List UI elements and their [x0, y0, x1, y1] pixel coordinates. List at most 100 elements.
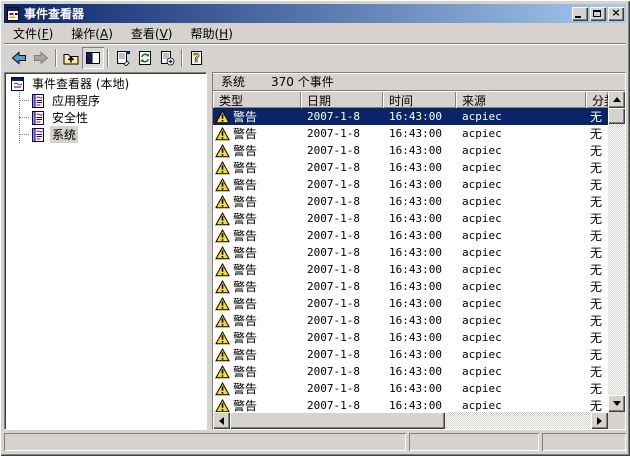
event-type: 警告: [233, 108, 257, 125]
back-button[interactable]: [8, 47, 30, 69]
event-time: 16:43:00: [383, 127, 456, 140]
forward-icon: [33, 50, 49, 66]
event-category: 无: [586, 176, 608, 193]
event-row[interactable]: 警告 2007-1-8 16:43:00 acpiec 无: [213, 380, 608, 397]
event-row[interactable]: 警告 2007-1-8 16:43:00 acpiec 无: [213, 142, 608, 159]
event-time: 16:43:00: [383, 212, 456, 225]
event-category: 无: [586, 125, 608, 142]
event-time: 16:43:00: [383, 348, 456, 361]
event-row[interactable]: 警告 2007-1-8 16:43:00 acpiec 无: [213, 346, 608, 363]
horizontal-scroll-track[interactable]: [445, 412, 591, 429]
export-list-button[interactable]: [156, 47, 178, 69]
event-viewer-window: 事件查看器 × 文件(F) 操作(A) 查看(V) 帮助(H): [0, 0, 630, 456]
event-row[interactable]: 警告 2007-1-8 16:43:00 acpiec 无: [213, 312, 608, 329]
event-row[interactable]: 警告 2007-1-8 16:43:00 acpiec 无: [213, 261, 608, 278]
up-one-level-button[interactable]: [60, 47, 82, 69]
event-row[interactable]: 警告 2007-1-8 16:43:00 acpiec 无: [213, 397, 608, 412]
show-hide-console-tree-button[interactable]: [82, 47, 104, 69]
properties-button[interactable]: [112, 47, 134, 69]
column-header[interactable]: 类型: [213, 91, 301, 108]
scroll-up-button[interactable]: [608, 91, 625, 108]
event-row[interactable]: 警告 2007-1-8 16:43:00 acpiec 无: [213, 193, 608, 210]
menu-item[interactable]: 文件(F): [4, 23, 62, 44]
event-row[interactable]: 警告 2007-1-8 16:43:00 acpiec 无: [213, 329, 608, 346]
menu-item[interactable]: 查看(V): [122, 23, 182, 44]
event-row[interactable]: 警告 2007-1-8 16:43:00 acpiec 无: [213, 227, 608, 244]
minimize-button[interactable]: [572, 7, 588, 21]
menu-bar: 文件(F) 操作(A) 查看(V) 帮助(H): [4, 23, 626, 43]
column-header[interactable]: 来源: [456, 91, 586, 108]
event-type: 警告: [233, 312, 257, 329]
vertical-scroll-thumb[interactable]: [608, 108, 625, 124]
close-icon: ×: [608, 6, 624, 20]
close-button[interactable]: ×: [608, 7, 624, 21]
event-row[interactable]: 警告 2007-1-8 16:43:00 acpiec 无: [213, 108, 608, 125]
column-header[interactable]: 时间: [383, 91, 456, 108]
event-category: 无: [586, 380, 608, 397]
event-date: 2007-1-8: [301, 246, 383, 259]
tree-item-系统[interactable]: 系统: [7, 126, 204, 143]
event-date: 2007-1-8: [301, 263, 383, 276]
event-time: 16:43:00: [383, 297, 456, 310]
event-type: 警告: [233, 397, 257, 412]
maximize-button[interactable]: [590, 7, 606, 21]
tree-item-应用程序[interactable]: 应用程序: [7, 92, 204, 109]
event-row[interactable]: 警告 2007-1-8 16:43:00 acpiec 无: [213, 363, 608, 380]
event-source: acpiec: [456, 399, 586, 412]
event-type: 警告: [233, 193, 257, 210]
warning-icon: [215, 348, 230, 362]
tree-item-label: 安全性: [50, 109, 90, 126]
properties-icon: [115, 50, 131, 66]
event-log-icon: [30, 93, 46, 109]
warning-icon: [215, 399, 230, 413]
event-type: 警告: [233, 380, 257, 397]
event-row[interactable]: 警告 2007-1-8 16:43:00 acpiec 无: [213, 159, 608, 176]
event-row[interactable]: 警告 2007-1-8 16:43:00 acpiec 无: [213, 210, 608, 227]
event-type: 警告: [233, 159, 257, 176]
scroll-down-icon: [613, 401, 621, 406]
banner-event-count: 370 个事件: [271, 73, 334, 90]
status-pane: [409, 433, 539, 451]
column-header[interactable]: 分类: [586, 91, 608, 108]
refresh-icon: [137, 50, 153, 66]
tree-item-安全性[interactable]: 安全性: [7, 109, 204, 126]
warning-icon: [215, 365, 230, 379]
event-row[interactable]: 警告 2007-1-8 16:43:00 acpiec 无: [213, 125, 608, 142]
event-type: 警告: [233, 295, 257, 312]
tree-root-event-viewer[interactable]: 事件查看器 (本地): [7, 75, 204, 92]
event-source: acpiec: [456, 229, 586, 242]
warning-icon: [215, 297, 230, 311]
event-time: 16:43:00: [383, 399, 456, 412]
event-type: 警告: [233, 210, 257, 227]
event-row[interactable]: 警告 2007-1-8 16:43:00 acpiec 无: [213, 295, 608, 312]
event-row[interactable]: 警告 2007-1-8 16:43:00 acpiec 无: [213, 244, 608, 261]
vertical-scroll-track[interactable]: [608, 124, 625, 395]
event-source: acpiec: [456, 212, 586, 225]
menu-item[interactable]: 帮助(H): [181, 23, 241, 44]
event-row[interactable]: 警告 2007-1-8 16:43:00 acpiec 无: [213, 278, 608, 295]
scroll-right-icon: [597, 417, 602, 425]
event-type: 警告: [233, 261, 257, 278]
event-time: 16:43:00: [383, 178, 456, 191]
scroll-right-button[interactable]: [591, 412, 608, 429]
menu-item[interactable]: 操作(A): [62, 23, 122, 44]
maximize-icon: [593, 10, 601, 17]
refresh-button[interactable]: [134, 47, 156, 69]
event-source: acpiec: [456, 348, 586, 361]
scroll-left-button[interactable]: [213, 412, 230, 429]
horizontal-scroll-thumb[interactable]: [230, 412, 445, 429]
event-category: 无: [586, 363, 608, 380]
scroll-up-icon: [613, 97, 621, 102]
event-date: 2007-1-8: [301, 212, 383, 225]
forward-button[interactable]: [30, 47, 52, 69]
event-date: 2007-1-8: [301, 229, 383, 242]
toolbar-separator: [55, 49, 57, 67]
event-time: 16:43:00: [383, 331, 456, 344]
event-date: 2007-1-8: [301, 382, 383, 395]
event-row[interactable]: 警告 2007-1-8 16:43:00 acpiec 无: [213, 176, 608, 193]
help-button[interactable]: ?: [186, 47, 208, 69]
column-header[interactable]: 日期: [301, 91, 383, 108]
warning-icon: [215, 110, 230, 124]
scroll-down-button[interactable]: [608, 395, 625, 412]
title-bar: 事件查看器 ×: [4, 4, 626, 23]
